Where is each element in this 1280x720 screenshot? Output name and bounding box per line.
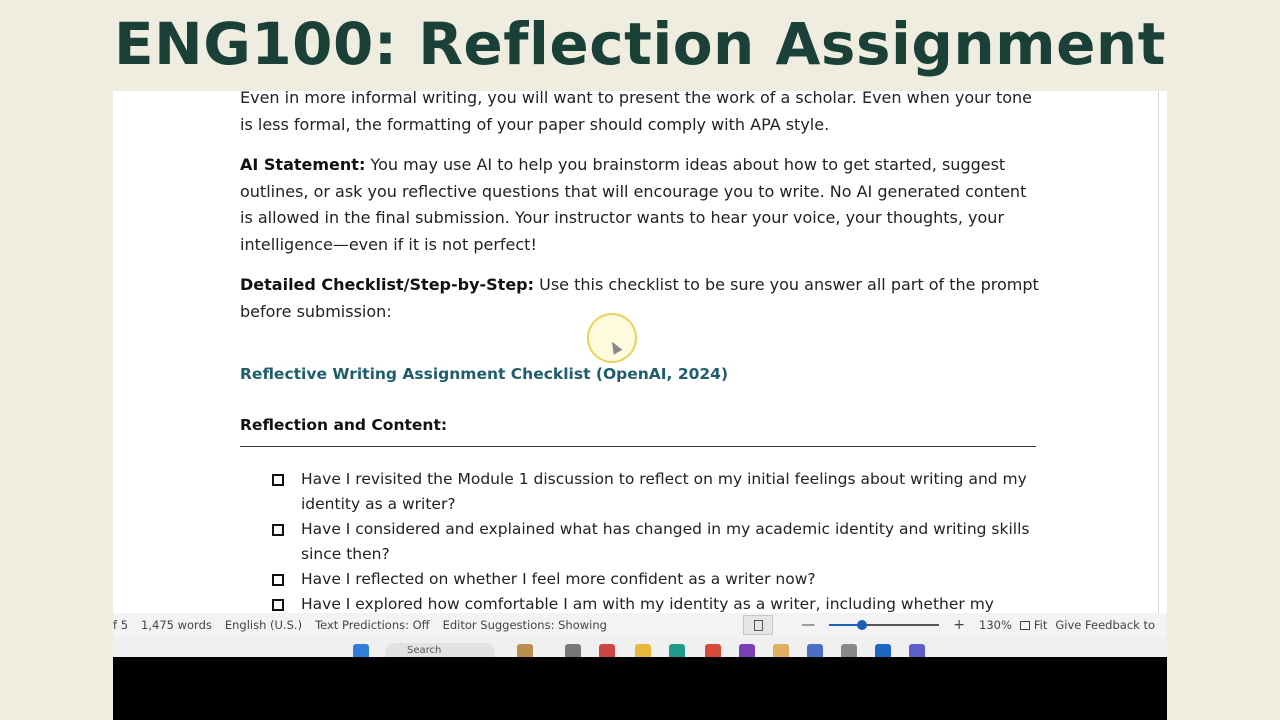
taskbar-search-input[interactable]: Search xyxy=(385,643,495,657)
status-bar-right: — + 130% Fit Give Feedback to xyxy=(743,613,1163,637)
zoom-out-button[interactable]: — xyxy=(801,617,815,633)
ai-statement-label: AI Statement: xyxy=(240,155,366,174)
zoom-slider-fill xyxy=(829,624,860,626)
page-icon xyxy=(753,619,763,631)
checklist-intro-label: Detailed Checklist/Step-by-Step: xyxy=(240,275,535,294)
page-count[interactable]: f 5 xyxy=(113,618,128,632)
zoom-in-button[interactable]: + xyxy=(953,617,965,633)
onenote-icon[interactable] xyxy=(739,644,755,657)
word-window: Even in more informal writing, you will … xyxy=(113,91,1167,720)
checklist: Have I revisited the Module 1 discussion… xyxy=(240,467,1040,613)
checklist-item-text: Have I reflected on whether I feel more … xyxy=(301,570,816,588)
fit-button[interactable]: Fit xyxy=(1034,618,1047,632)
checklist-item: Have I revisited the Module 1 discussion… xyxy=(240,467,1030,517)
zoom-slider[interactable] xyxy=(829,620,940,630)
document-content: Even in more informal writing, you will … xyxy=(240,91,1040,613)
app-icon[interactable] xyxy=(807,644,823,657)
scrollbar[interactable] xyxy=(1158,91,1159,613)
checkbox-icon[interactable] xyxy=(272,574,284,586)
checkbox-icon[interactable] xyxy=(272,599,284,611)
edge-icon[interactable] xyxy=(669,644,685,657)
editor-suggestions-status[interactable]: Editor Suggestions: Showing xyxy=(443,618,607,632)
section-heading: Reflection and Content: xyxy=(240,412,1036,447)
ai-statement-paragraph: AI Statement: You may use AI to help you… xyxy=(240,152,1040,258)
fit-icon xyxy=(1019,620,1030,630)
checkbox-icon[interactable] xyxy=(272,474,284,486)
chrome-icon[interactable] xyxy=(705,644,721,657)
taskbar: Search xyxy=(113,637,1167,657)
checklist-item-text: Have I considered and explained what has… xyxy=(301,520,1030,563)
checklist-title-link[interactable]: Reflective Writing Assignment Checklist … xyxy=(240,361,728,388)
app-icon[interactable] xyxy=(841,644,857,657)
app-icon[interactable] xyxy=(565,644,581,657)
outlook-icon[interactable] xyxy=(875,644,891,657)
app-icon[interactable] xyxy=(773,644,789,657)
checkbox-icon[interactable] xyxy=(272,524,284,536)
zoom-level[interactable]: 130% xyxy=(979,618,1012,632)
language-status[interactable]: English (U.S.) xyxy=(225,618,302,632)
checklist-item: Have I reflected on whether I feel more … xyxy=(240,567,1030,592)
status-bar: f 5 1,475 words English (U.S.) Text Pred… xyxy=(113,613,1167,637)
checklist-item-text: Have I revisited the Module 1 discussion… xyxy=(301,470,1027,513)
feedback-button[interactable]: Give Feedback to xyxy=(1055,618,1155,632)
checklist-item-text: Have I explored how comfortable I am wit… xyxy=(301,595,994,613)
print-layout-button[interactable] xyxy=(743,615,774,635)
intro-paragraph: Even in more informal writing, you will … xyxy=(240,91,1033,134)
checklist-intro-paragraph: Detailed Checklist/Step-by-Step: Use thi… xyxy=(240,272,1040,325)
zoom-slider-thumb[interactable] xyxy=(857,620,868,630)
app-icon[interactable] xyxy=(517,644,533,657)
folder-icon[interactable] xyxy=(635,644,651,657)
app-icon[interactable] xyxy=(599,644,615,657)
checklist-item: Have I explored how comfortable I am wit… xyxy=(240,592,1030,613)
word-count[interactable]: 1,475 words xyxy=(141,618,212,632)
checklist-item: Have I considered and explained what has… xyxy=(240,517,1030,567)
cursor-highlight xyxy=(587,313,637,363)
document-page[interactable]: Even in more informal writing, you will … xyxy=(113,91,1167,613)
teams-icon[interactable] xyxy=(909,644,925,657)
windows-start-icon[interactable] xyxy=(353,644,369,657)
slide-title: ENG100: Reflection Assignment xyxy=(114,10,1166,78)
video-letterbox xyxy=(113,657,1167,720)
text-predictions-status[interactable]: Text Predictions: Off xyxy=(315,618,430,632)
